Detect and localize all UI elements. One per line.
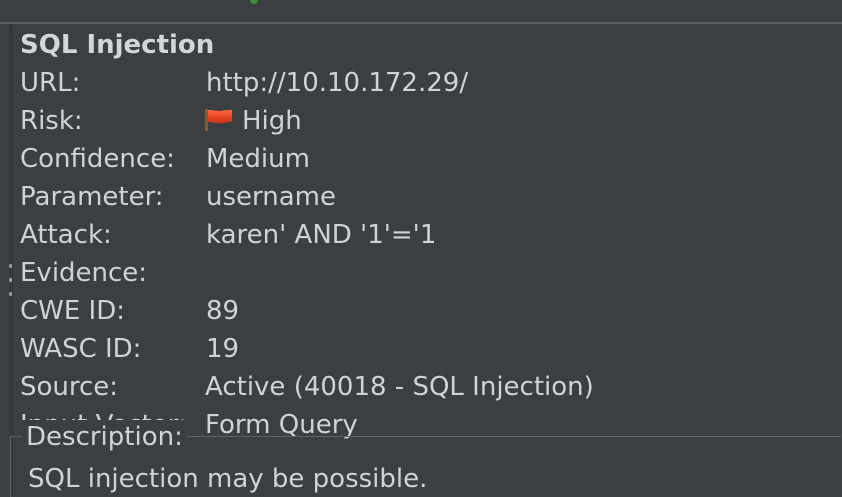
field-label: Evidence: [20,258,148,288]
field-row-wasc-id: WASC ID: 19 [20,330,840,368]
wasc-id-value[interactable]: 19 [206,330,239,368]
field-row-url: URL: http://10.10.172.29/ [20,64,840,102]
field-row-parameter: Parameter: username [20,178,840,216]
top-toolbar-strip [0,0,842,24]
alert-title: SQL Injection [20,30,215,60]
status-indicator [250,0,258,4]
red-flag-icon [204,108,234,132]
attack-value: karen' AND '1'='1 [206,220,437,250]
field-label: Source: [20,372,119,402]
field-row-cwe-id: CWE ID: 89 [20,292,840,330]
confidence-value: Medium [206,144,310,174]
risk-value: High [242,106,302,136]
risk-value-container: High [204,102,302,140]
field-row-confidence: Confidence: Medium [20,140,840,178]
field-label: Confidence: [20,144,175,174]
field-label: Risk: [20,106,83,136]
description-legend: Description: [22,420,187,454]
field-row-risk: Risk: High [20,102,840,140]
split-pane-divider[interactable] [0,24,11,496]
description-text[interactable]: SQL injection may be possible. [28,460,828,496]
field-label: URL: [20,68,81,98]
url-value[interactable]: http://10.10.172.29/ [206,64,468,102]
field-row-evidence: Evidence: [20,254,840,292]
cwe-id-value[interactable]: 89 [206,292,239,330]
field-label: CWE ID: [20,296,126,326]
field-row-attack: Attack: karen' AND '1'='1 [20,216,840,254]
field-row-source: Source: Active (40018 - SQL Injection) [20,368,840,406]
field-label: WASC ID: [20,334,142,364]
field-label: Attack: [20,220,112,250]
field-label: Parameter: [20,182,164,212]
parameter-value: username [206,182,336,212]
source-value: Active (40018 - SQL Injection) [205,372,594,402]
